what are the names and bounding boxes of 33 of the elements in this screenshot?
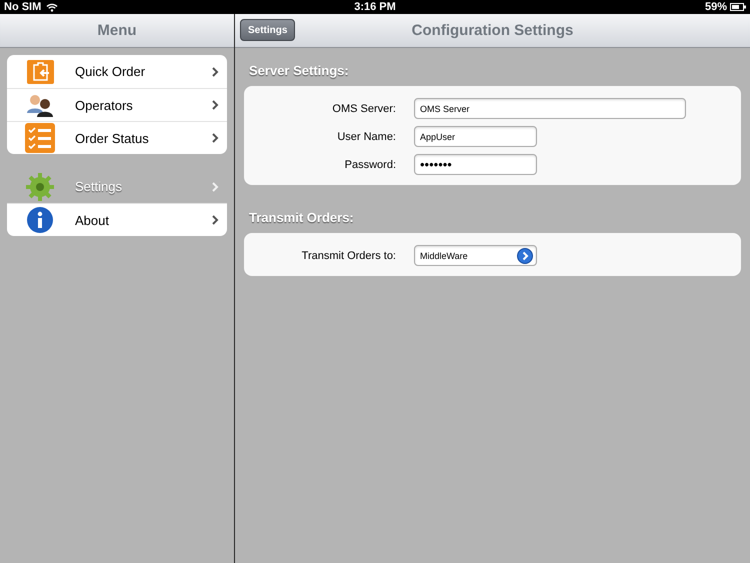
battery-percent: 59% [704,1,727,13]
disclosure-icon[interactable] [517,248,533,264]
carrier-label: No SIM [4,1,42,13]
field-label: Transmit Orders to: [300,250,396,262]
menu-item[interactable]: Order Status [7,121,227,154]
chevron-icon [212,215,219,225]
settings-button[interactable]: Settings [240,19,296,41]
chevron-icon [212,133,219,143]
checklist-icon [25,123,55,153]
clipboard-icon [26,60,54,84]
field-label: User Name: [336,130,396,142]
field-label: OMS Server: [331,102,396,114]
input-field[interactable]: OMS Server [414,98,686,119]
field-label: Password: [344,158,396,170]
users-icon [26,93,54,117]
page-title: Configuration Settings [412,22,574,39]
menu-item[interactable]: Quick Order [7,55,227,88]
battery-icon [730,3,746,11]
input-field[interactable]: AppUser [414,126,537,147]
wifi-icon [46,2,58,12]
menu-item[interactable]: About [7,203,227,236]
info-icon [26,206,54,234]
chevron-icon [212,182,219,192]
section-header: Server Settings: [249,63,350,78]
menu-item[interactable]: Operators [7,88,227,121]
chevron-icon [212,100,219,110]
menu-title: Menu [97,22,137,39]
gear-icon [26,172,54,200]
chevron-icon [212,66,219,76]
password-field[interactable]: ••••••• [414,154,537,175]
clock: 3:16 PM [354,1,396,13]
section-header: Transmit Orders: [249,210,355,225]
picker-field[interactable]: MiddleWare [414,245,537,266]
